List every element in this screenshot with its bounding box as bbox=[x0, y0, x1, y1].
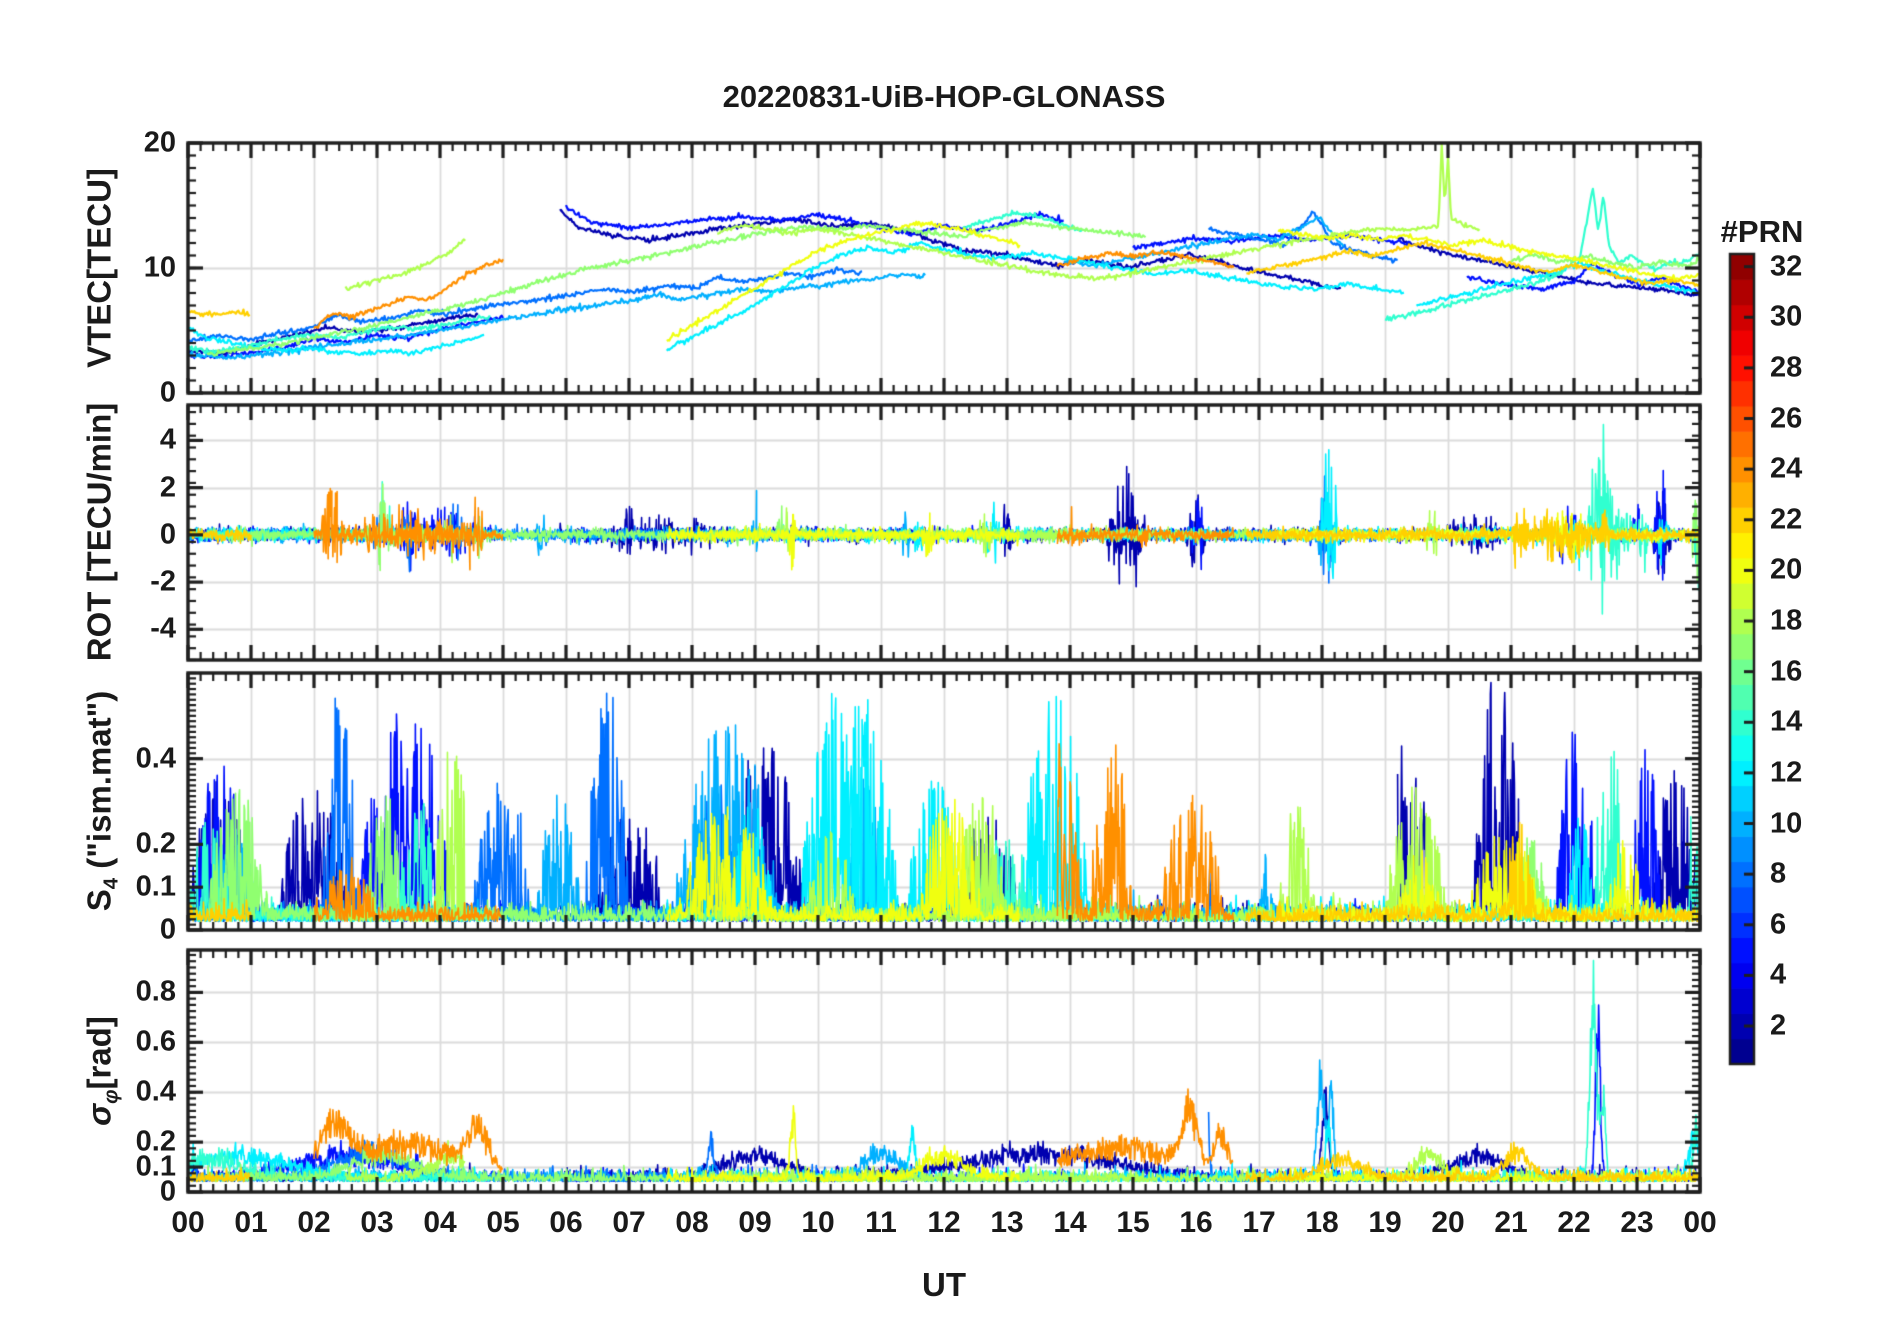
colorbar-tick-label: 2 bbox=[1770, 1010, 1786, 1043]
y-tick-label-s4: 0.1 bbox=[136, 871, 176, 904]
colorbar-tick-label: 16 bbox=[1770, 655, 1802, 688]
chart-canvas bbox=[0, 0, 1902, 1330]
x-tick-label: 21 bbox=[1494, 1206, 1527, 1240]
y-tick-label-sigma_phi: 0.8 bbox=[136, 976, 176, 1009]
y-axis-label-phi-sub: φ bbox=[100, 1090, 123, 1104]
colorbar-tick-label: 28 bbox=[1770, 351, 1802, 384]
colorbar-tick-label: 10 bbox=[1770, 807, 1802, 840]
colorbar-tick-label: 32 bbox=[1770, 250, 1802, 283]
y-tick-label-sigma_phi: 0.6 bbox=[136, 1026, 176, 1059]
y-tick-label-rot: -4 bbox=[150, 613, 176, 646]
x-tick-label: 05 bbox=[486, 1206, 519, 1240]
y-tick-label-rot: 2 bbox=[160, 471, 176, 504]
y-axis-label-s4-sub: 4 bbox=[100, 878, 123, 889]
y-tick-label-rot: 4 bbox=[160, 424, 176, 457]
y-tick-label-s4: 0 bbox=[160, 914, 176, 947]
colorbar-tick-label: 26 bbox=[1770, 402, 1802, 435]
colorbar-tick-label: 22 bbox=[1770, 503, 1802, 536]
colorbar-tick-label: 24 bbox=[1770, 453, 1802, 486]
x-tick-label: 15 bbox=[1116, 1206, 1149, 1240]
x-tick-label: 19 bbox=[1368, 1206, 1401, 1240]
colorbar-tick-label: 4 bbox=[1770, 959, 1786, 992]
x-tick-label: 06 bbox=[549, 1206, 582, 1240]
x-tick-label: 17 bbox=[1242, 1206, 1275, 1240]
colorbar-tick-label: 20 bbox=[1770, 554, 1802, 587]
x-tick-label: 03 bbox=[360, 1206, 393, 1240]
x-tick-label: 02 bbox=[297, 1206, 330, 1240]
x-tick-label: 13 bbox=[990, 1206, 1023, 1240]
x-tick-label: 10 bbox=[801, 1206, 834, 1240]
x-tick-label: 00 bbox=[1683, 1206, 1716, 1240]
y-tick-label-vtec: 0 bbox=[160, 377, 176, 410]
colorbar-tick-label: 14 bbox=[1770, 706, 1802, 739]
figure: 20220831-UiB-HOP-GLONASS VTEC[TECU] ROT … bbox=[0, 0, 1902, 1330]
y-tick-label-vtec: 20 bbox=[144, 127, 176, 160]
x-tick-label: 04 bbox=[423, 1206, 456, 1240]
colorbar-tick-label: 30 bbox=[1770, 301, 1802, 334]
y-tick-label-s4: 0.4 bbox=[136, 742, 176, 775]
colorbar-title: #PRN bbox=[1721, 214, 1804, 250]
x-tick-label: 18 bbox=[1305, 1206, 1338, 1240]
y-axis-label-sigmaphi: σφ[rad] bbox=[80, 1016, 123, 1126]
colorbar-tick-label: 18 bbox=[1770, 605, 1802, 638]
y-tick-label-rot: 0 bbox=[160, 518, 176, 551]
y-axis-label-s4-text: S bbox=[80, 889, 117, 911]
x-tick-label: 07 bbox=[612, 1206, 645, 1240]
x-tick-label: 16 bbox=[1179, 1206, 1212, 1240]
x-tick-label: 12 bbox=[927, 1206, 960, 1240]
y-axis-label-rot: ROT [TECU/min] bbox=[80, 403, 123, 661]
y-axis-label-s4-post: ("ism.mat") bbox=[80, 691, 117, 878]
x-axis-label: UT bbox=[922, 1266, 966, 1304]
x-tick-label: 01 bbox=[234, 1206, 267, 1240]
colorbar-tick-label: 8 bbox=[1770, 858, 1786, 891]
x-tick-label: 22 bbox=[1557, 1206, 1590, 1240]
colorbar-tick-label: 6 bbox=[1770, 908, 1786, 941]
chart-title: 20220831-UiB-HOP-GLONASS bbox=[723, 79, 1166, 115]
colorbar-tick-label: 12 bbox=[1770, 756, 1802, 789]
y-axis-label-vtec: VTEC[TECU] bbox=[80, 168, 123, 368]
x-tick-label: 11 bbox=[865, 1206, 897, 1240]
y-tick-label-s4: 0.2 bbox=[136, 828, 176, 861]
y-axis-label-rot-text: ROT [TECU/min] bbox=[80, 403, 117, 661]
y-axis-label-sigmaphi-post: [rad] bbox=[80, 1016, 117, 1089]
x-tick-label: 20 bbox=[1431, 1206, 1464, 1240]
x-tick-label: 23 bbox=[1620, 1206, 1653, 1240]
y-tick-label-rot: -2 bbox=[150, 566, 176, 599]
y-tick-label-sigma_phi: 0 bbox=[160, 1176, 176, 1209]
x-tick-label: 08 bbox=[675, 1206, 708, 1240]
x-tick-label: 00 bbox=[171, 1206, 204, 1240]
y-tick-label-vtec: 10 bbox=[144, 252, 176, 285]
x-tick-label: 14 bbox=[1053, 1206, 1086, 1240]
y-tick-label-sigma_phi: 0.4 bbox=[136, 1076, 176, 1109]
x-tick-label: 09 bbox=[738, 1206, 771, 1240]
y-axis-label-vtec-text: VTEC[TECU] bbox=[80, 168, 117, 368]
y-axis-label-sigma-text: σ bbox=[80, 1104, 117, 1126]
y-axis-label-s4: S4 ("ism.mat") bbox=[80, 691, 123, 912]
